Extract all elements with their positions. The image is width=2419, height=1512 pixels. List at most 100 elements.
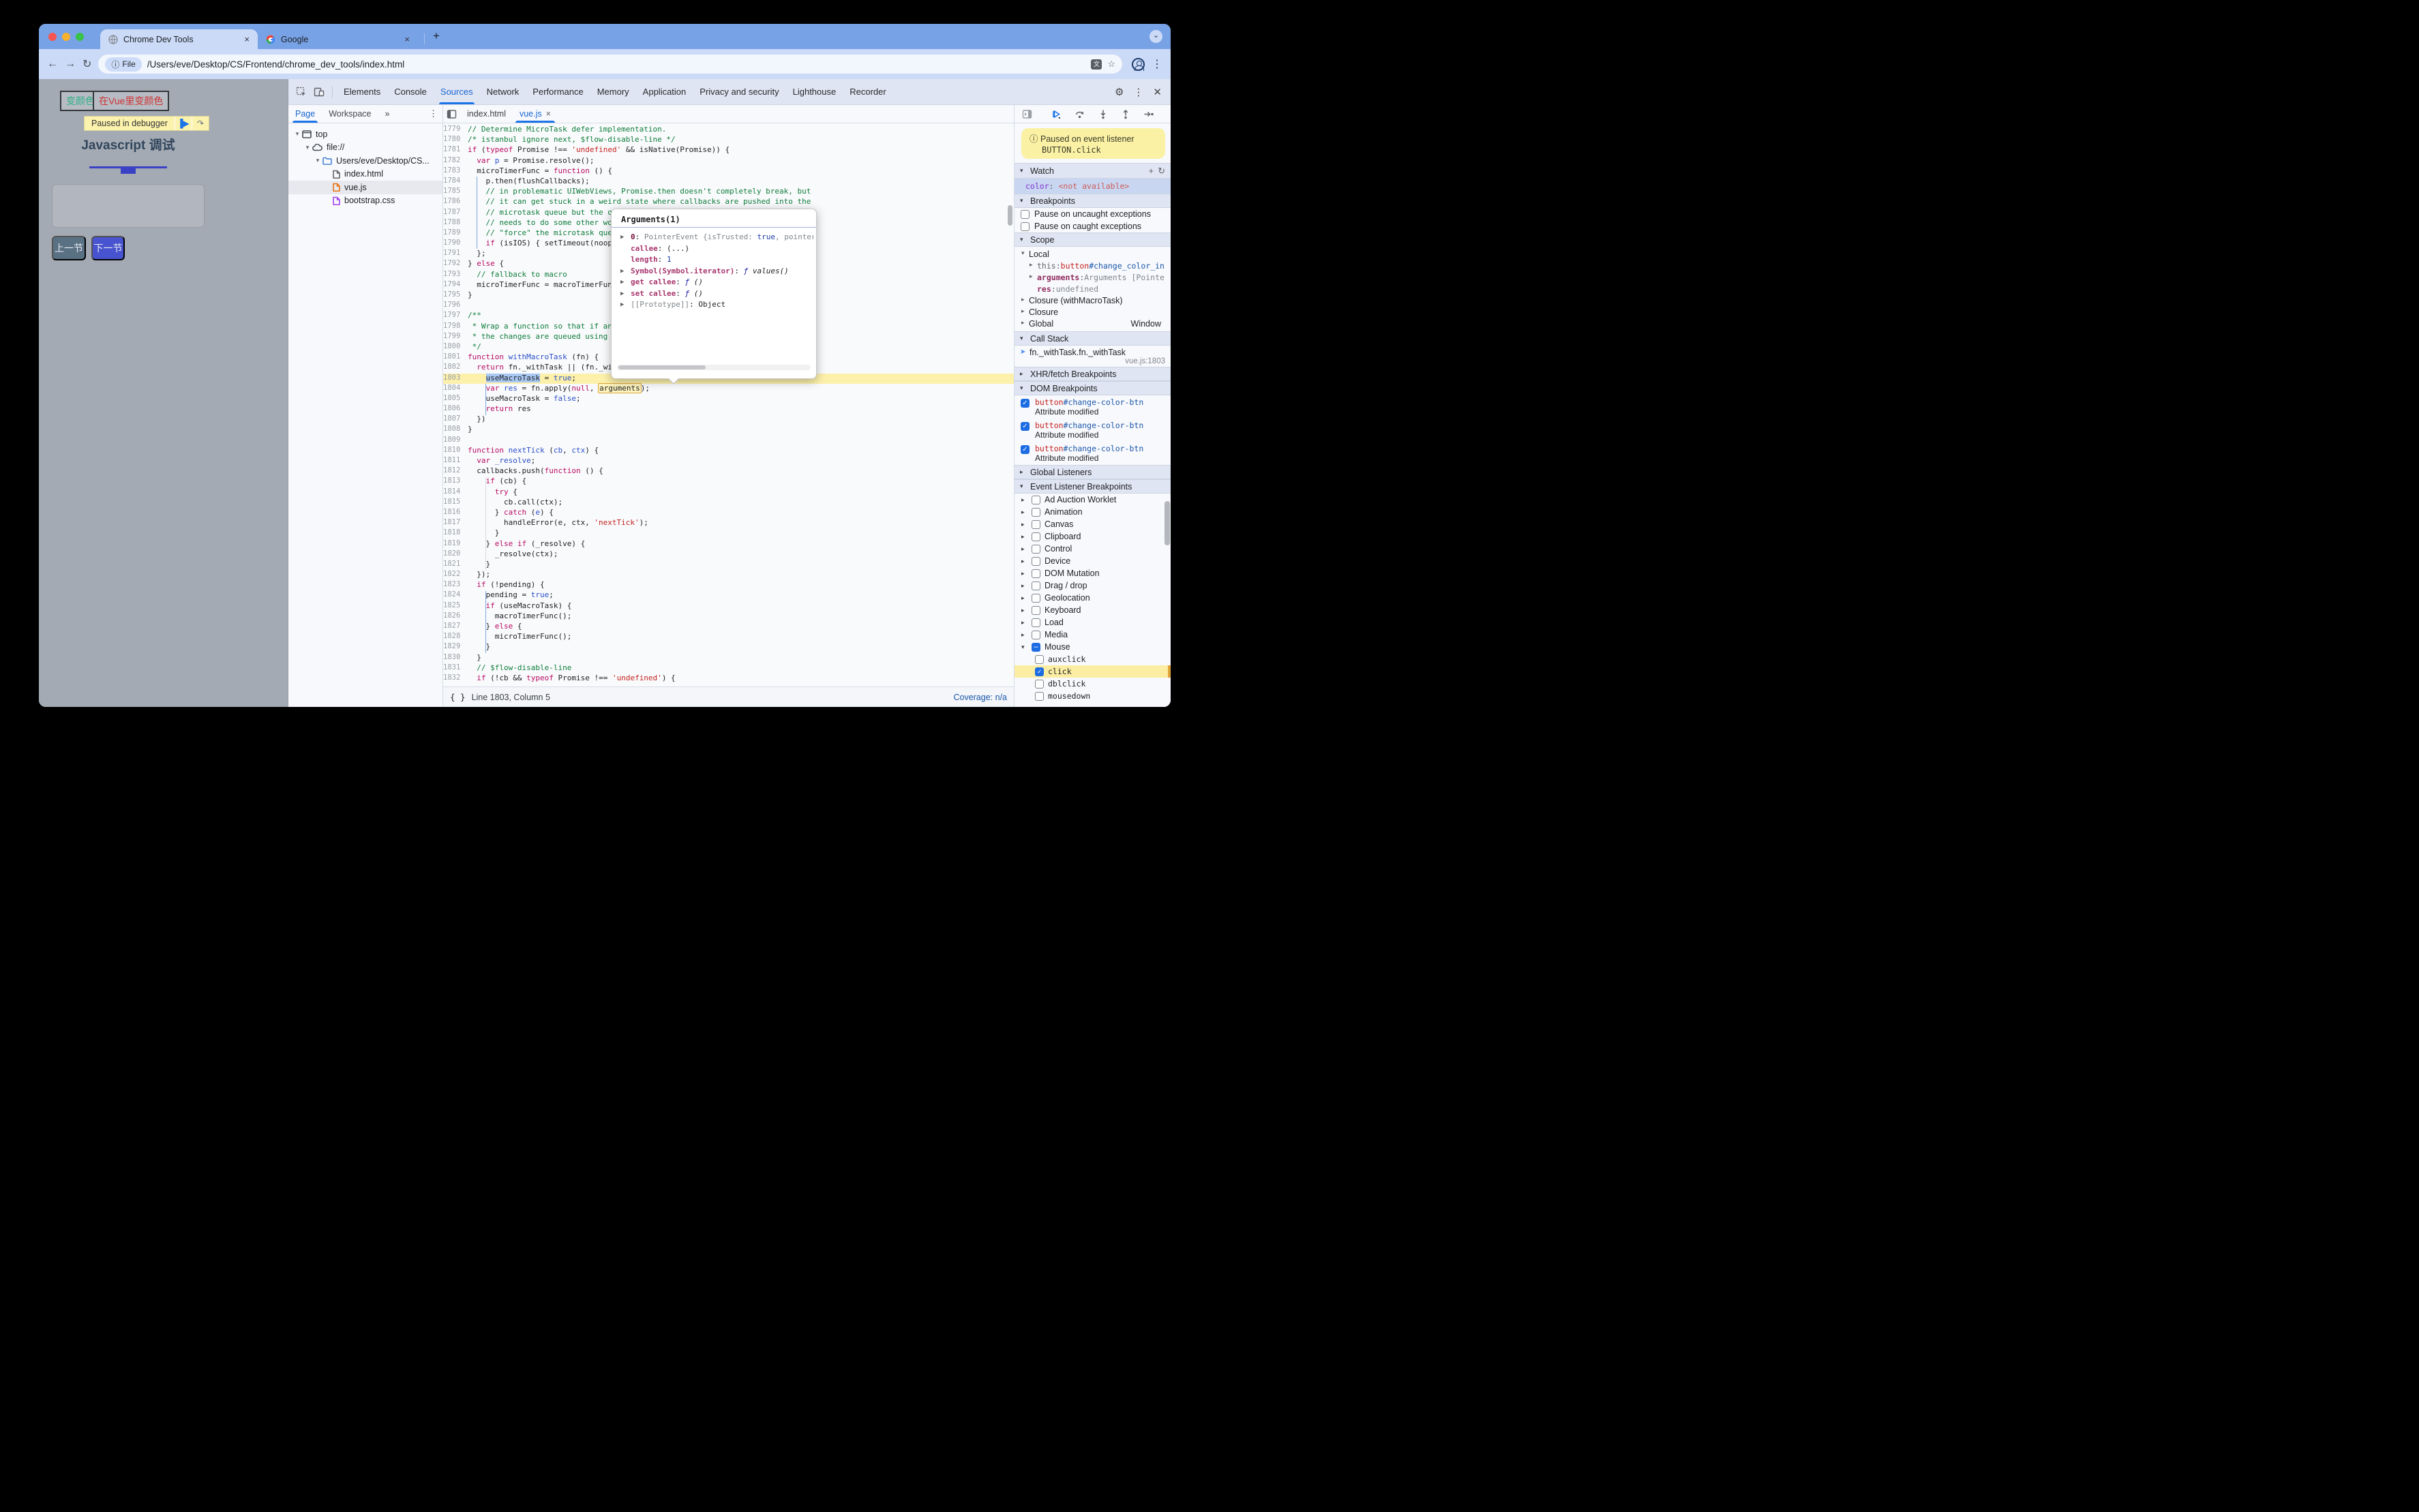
event-category-dom-mutation[interactable]: ▸ DOM Mutation <box>1015 567 1171 579</box>
section-caret-icon[interactable]: ▸ <box>1020 370 1026 378</box>
expand-caret-icon[interactable]: ▾ <box>294 130 301 138</box>
expand-caret-icon[interactable]: ▶ <box>620 299 624 311</box>
line-number[interactable]: 1802 <box>443 363 464 374</box>
event-breakpoint-auxclick[interactable]: auxclick <box>1015 653 1171 665</box>
line-number[interactable]: 1818 <box>443 528 464 539</box>
line-number[interactable]: 1808 <box>443 425 464 436</box>
devtools-menu-icon[interactable]: ⋮ <box>1133 86 1143 98</box>
tooltip-property-row[interactable]: ▶ 0: PointerEvent {isTrusted: true, point… <box>616 232 813 243</box>
zoom-window-button[interactable] <box>76 33 84 41</box>
line-number[interactable]: 1788 <box>443 217 464 228</box>
checkbox[interactable] <box>1032 605 1040 615</box>
section-caret-icon[interactable]: ▾ <box>1020 335 1026 342</box>
expand-caret-icon[interactable]: ▶ <box>620 232 624 243</box>
expand-caret-icon[interactable]: ▸ <box>1021 545 1027 553</box>
tree-item-top[interactable]: ▾ top <box>288 127 442 141</box>
expand-caret-icon[interactable]: ▾ <box>304 144 311 151</box>
scope-row-res[interactable]: res: undefined <box>1015 283 1171 294</box>
line-number[interactable]: 1782 <box>443 155 464 166</box>
devtools-tab-console[interactable]: Console <box>387 79 434 104</box>
devtools-tab-network[interactable]: Network <box>480 79 526 104</box>
line-number[interactable]: 1812 <box>443 466 464 477</box>
reload-icon[interactable]: ↻ <box>82 57 91 71</box>
expand-caret-icon[interactable]: ▸ <box>1021 509 1027 516</box>
step-icon[interactable] <box>1143 109 1154 119</box>
editor-scrollbar-thumb[interactable] <box>1008 205 1012 226</box>
checkbox[interactable] <box>1032 544 1040 554</box>
event-category-animation[interactable]: ▸ Animation <box>1015 506 1171 518</box>
line-number[interactable]: 1791 <box>443 249 464 260</box>
event-category-control[interactable]: ▸ Control <box>1015 543 1171 555</box>
tree-item-users-eve-desktop-cs[interactable]: ▾ Users/eve/Desktop/CS... <box>288 154 442 168</box>
line-number[interactable]: 1807 <box>443 414 464 425</box>
forward-icon[interactable]: → <box>65 58 76 70</box>
section-header-global-listeners[interactable]: ▸ Global Listeners <box>1015 465 1171 479</box>
pretty-print-icon[interactable]: { } <box>450 692 466 702</box>
expand-caret-icon[interactable]: ▾ <box>1021 250 1029 259</box>
line-number[interactable]: 1786 <box>443 197 464 208</box>
checkbox[interactable] <box>1032 519 1040 529</box>
devtools-tab-performance[interactable]: Performance <box>526 79 590 104</box>
line-number[interactable]: 1803 <box>443 373 464 384</box>
line-number[interactable]: 1801 <box>443 352 464 363</box>
next-section-button[interactable]: 下一节 <box>91 236 125 260</box>
line-number[interactable]: 1823 <box>443 580 464 591</box>
line-number[interactable]: 1785 <box>443 187 464 198</box>
dom-breakpoint-item[interactable]: ✓ button#change-color-btn Attribute modifi… <box>1015 442 1171 465</box>
close-icon[interactable]: × <box>403 34 411 44</box>
event-category-clipboard[interactable]: ▸ Clipboard <box>1015 530 1171 543</box>
section-caret-icon[interactable]: ▸ <box>1020 468 1026 476</box>
event-category-keyboard[interactable]: ▸ Keyboard <box>1015 604 1171 616</box>
section-caret-icon[interactable]: ▾ <box>1020 483 1026 490</box>
tree-item-vue-js[interactable]: vue.js <box>288 181 442 194</box>
line-number[interactable]: 1799 <box>443 331 464 342</box>
checkbox[interactable] <box>1035 654 1044 664</box>
minimize-window-button[interactable] <box>62 33 70 41</box>
line-number[interactable]: 1794 <box>443 279 464 290</box>
event-breakpoint-mousedown[interactable]: mousedown <box>1015 690 1171 702</box>
browser-tab-devtools[interactable]: Chrome Dev Tools × <box>100 29 258 49</box>
scope-row-closure[interactable]: ▸ Closure <box>1015 306 1171 318</box>
tooltip-property-row[interactable]: ▶ [[Prototype]]: Object <box>616 299 813 311</box>
tab-page[interactable]: Page <box>288 105 322 123</box>
line-number[interactable]: 1800 <box>443 342 464 353</box>
event-category-drag-drop[interactable]: ▸ Drag / drop <box>1015 579 1171 592</box>
checkbox[interactable] <box>1032 630 1040 639</box>
scope-row-local[interactable]: ▾ Local <box>1015 248 1171 260</box>
expand-caret-icon[interactable]: ▸ <box>1021 570 1027 577</box>
expand-caret-icon[interactable]: ▸ <box>1021 631 1027 639</box>
url-text[interactable]: /Users/eve/Desktop/CS/Frontend/chrome_de… <box>147 59 1086 70</box>
call-stack-frame[interactable]: fn._withTask.fn._withTaskvue.js:1803 <box>1015 346 1171 367</box>
line-number[interactable]: 1798 <box>443 321 464 332</box>
checkbox[interactable] <box>1032 495 1040 504</box>
checkbox-checked[interactable]: ✓ <box>1021 399 1030 408</box>
code-editor[interactable]: 1779// Determine MicroTask defer impleme… <box>443 123 1014 686</box>
checkbox-indeterminate[interactable]: – <box>1032 642 1040 652</box>
coverage-link[interactable]: Coverage: n/a <box>953 693 1007 702</box>
line-number[interactable]: 1813 <box>443 477 464 487</box>
line-number[interactable]: 1781 <box>443 145 464 156</box>
line-number[interactable]: 1797 <box>443 311 464 322</box>
resume-script-icon[interactable]: ▐▶ <box>175 117 192 130</box>
inspect-element-icon[interactable] <box>296 87 307 97</box>
scope-row-this[interactable]: ▸ this: button #change_color_in <box>1015 260 1171 271</box>
devtools-tab-memory[interactable]: Memory <box>590 79 636 104</box>
expand-caret-icon[interactable]: ▸ <box>1021 533 1027 541</box>
event-category-device[interactable]: ▸ Device <box>1015 555 1171 567</box>
expand-caret-icon[interactable]: ▸ <box>1021 307 1029 317</box>
line-number[interactable]: 1779 <box>443 125 464 136</box>
line-number[interactable]: 1825 <box>443 601 464 611</box>
tab-search-chevron-button[interactable]: ⌄ <box>1150 30 1162 43</box>
tree-item-index-html[interactable]: index.html <box>288 168 442 181</box>
sidebar-scrollbar-thumb[interactable] <box>1165 501 1170 545</box>
checkbox[interactable] <box>1032 593 1040 603</box>
checkbox-checked[interactable]: ✓ <box>1021 445 1030 454</box>
tooltip-property-row[interactable]: ▶ get callee: ƒ () <box>616 277 813 288</box>
line-number[interactable]: 1832 <box>443 673 464 684</box>
expand-caret-icon[interactable]: ▸ <box>1021 319 1029 329</box>
profile-avatar[interactable] <box>1132 57 1145 71</box>
line-number[interactable]: 1817 <box>443 518 464 529</box>
devtools-tab-privacy-and-security[interactable]: Privacy and security <box>693 79 785 104</box>
tooltip-property-row[interactable]: callee: (...) <box>616 243 813 255</box>
section-caret-icon[interactable]: ▾ <box>1020 167 1026 175</box>
